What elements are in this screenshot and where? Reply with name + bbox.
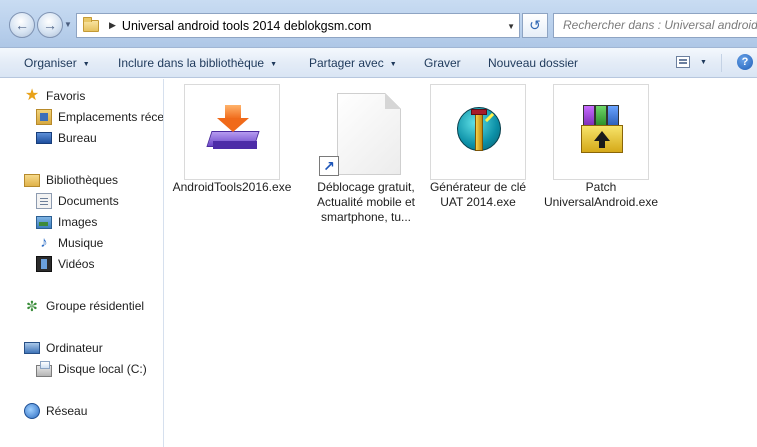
video-film-icon (36, 256, 52, 272)
file-thumbnail: ↗ (318, 84, 414, 180)
sidebar-item-label: Ordinateur (46, 341, 103, 355)
sidebar-item-videos[interactable]: Vidéos (36, 254, 163, 274)
chevron-down-icon: ▼ (389, 61, 397, 68)
organiser-button[interactable]: Organiser ▼ (24, 48, 90, 78)
chevron-down-icon: ▼ (270, 61, 278, 68)
sidebar-item-images[interactable]: Images (36, 212, 163, 232)
file-name: Patch UniversalAndroid.exe (543, 180, 659, 209)
change-view-icon[interactable] (676, 56, 690, 68)
file-item-deblocage-shortcut[interactable]: ↗ Déblocage gratuit, Actualité mobile et… (306, 84, 426, 225)
computer-icon (24, 342, 40, 354)
sidebar-item-label: Bureau (58, 131, 97, 145)
forward-button[interactable]: → (37, 12, 63, 38)
sidebar-item-ordinateur[interactable]: Ordinateur (24, 338, 163, 358)
breadcrumb-chevron-icon[interactable]: ▶ (109, 20, 116, 31)
pictures-icon (36, 215, 52, 229)
android-tools-installer-icon (206, 105, 260, 153)
file-thumbnail (430, 84, 526, 180)
help-icon[interactable]: ? (737, 54, 753, 70)
breadcrumb-current-folder[interactable]: Universal android tools 2014 deblokgsm.c… (122, 19, 371, 33)
key-generator-icon (457, 107, 501, 151)
sidebar-item-label: Vidéos (58, 257, 95, 271)
sidebar-item-label: Favoris (46, 89, 86, 103)
refresh-button[interactable]: ↺ (522, 13, 548, 38)
address-field[interactable]: ▶ Universal android tools 2014 deblokgsm… (76, 13, 520, 38)
network-icon (24, 403, 40, 419)
shortcut-arrow-icon: ↗ (319, 156, 339, 176)
file-item-generateur-cle[interactable]: Générateur de clé UAT 2014.exe (418, 84, 538, 210)
star-icon: ★ (24, 87, 40, 104)
file-name: Générateur de clé UAT 2014.exe (429, 180, 527, 209)
address-bar-region: ← → ▼ ▶ Universal android tools 2014 deb… (0, 0, 757, 48)
file-thumbnail (553, 84, 649, 180)
sidebar-item-favoris[interactable]: ★ Favoris (24, 86, 163, 106)
sidebar-item-bibliotheques[interactable]: Bibliothèques (24, 170, 163, 190)
chevron-down-icon: ▼ (82, 61, 90, 68)
sidebar-item-label: Réseau (46, 404, 88, 418)
file-item-patch[interactable]: Patch UniversalAndroid.exe (541, 84, 661, 210)
archive-patch-icon (579, 105, 625, 155)
file-name: AndroidTools2016.exe (172, 180, 292, 194)
toolbar-divider (721, 54, 722, 72)
sidebar-item-label: Musique (58, 236, 104, 250)
recent-pages-dropdown[interactable]: ▼ (64, 21, 72, 29)
documents-icon (36, 193, 52, 209)
file-item-androidtools[interactable]: AndroidTools2016.exe (172, 84, 292, 195)
libraries-icon (24, 173, 40, 187)
sidebar-item-musique[interactable]: ♪ Musique (36, 233, 163, 253)
sidebar-item-label: Images (58, 215, 98, 229)
sidebar-item-bureau[interactable]: Bureau (36, 128, 163, 148)
sidebar-item-label: Groupe résidentiel (46, 299, 145, 313)
new-folder-button[interactable]: Nouveau dossier (488, 48, 578, 78)
sidebar-item-documents[interactable]: Documents (36, 191, 163, 211)
file-list-pane: AndroidTools2016.exe ↗ Déblocage gratuit… (165, 79, 757, 447)
sidebar-item-label: Documents (58, 194, 119, 208)
burn-button[interactable]: Graver (424, 48, 461, 78)
address-dropdown-icon[interactable]: ▼ (507, 22, 515, 31)
include-in-library-button[interactable]: Inclure dans la bibliothèque ▼ (118, 48, 277, 78)
command-toolbar: Organiser ▼ Inclure dans la bibliothèque ▼… (0, 48, 757, 78)
sidebar-item-emplacements-recents[interactable]: Emplacements récents (36, 107, 164, 127)
share-with-button[interactable]: Partager avec ▼ (309, 48, 397, 78)
music-note-icon: ♪ (40, 234, 48, 251)
sidebar-item-disque-local[interactable]: Disque local (C:) (36, 359, 163, 379)
document-shortcut-icon (337, 93, 401, 175)
sidebar-item-label: Emplacements récents (58, 110, 164, 124)
back-button[interactable]: ← (9, 12, 35, 38)
navigation-pane: ★ Favoris Emplacements récents Bureau Bi… (0, 79, 164, 447)
organiser-label: Organiser (24, 56, 77, 70)
desktop-icon (36, 132, 52, 144)
homegroup-icon: ✼ (26, 298, 38, 314)
recent-places-icon (36, 109, 52, 125)
folder-icon (83, 16, 99, 32)
include-label: Inclure dans la bibliothèque (118, 56, 265, 70)
sidebar-item-label: Disque local (C:) (58, 362, 147, 376)
sidebar-item-reseau[interactable]: Réseau (24, 401, 163, 421)
share-label: Partager avec (309, 56, 384, 70)
local-disk-icon (36, 361, 52, 377)
sidebar-item-label: Bibliothèques (46, 173, 119, 187)
file-name: Déblocage gratuit, Actualité mobile et s… (316, 180, 416, 224)
sidebar-item-groupe-residentiel[interactable]: ✼ Groupe résidentiel (24, 296, 163, 316)
file-thumbnail (184, 84, 280, 180)
view-options-dropdown-icon[interactable]: ▼ (700, 59, 707, 66)
search-input[interactable]: Rechercher dans : Universal android t (553, 13, 757, 38)
